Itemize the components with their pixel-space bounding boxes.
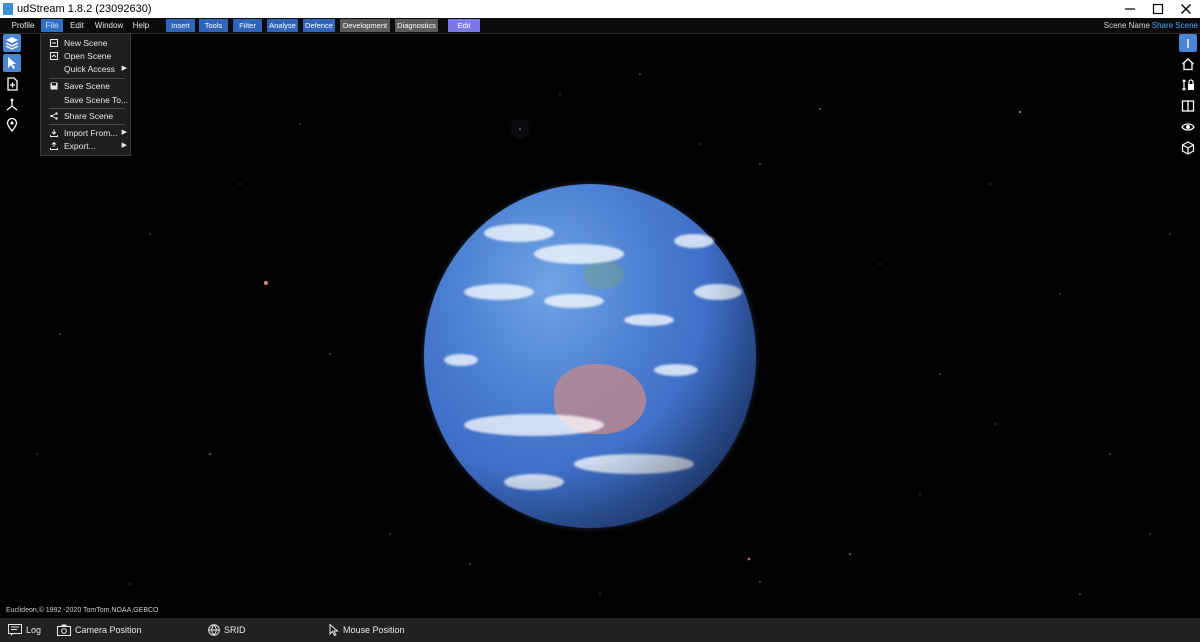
menu-item-export[interactable]: Export... ▶: [41, 140, 130, 152]
menu-item-label: New Scene: [64, 38, 108, 48]
open-scene-icon: [50, 52, 58, 60]
new-scene-icon: [50, 39, 58, 47]
save-icon: [50, 82, 58, 90]
share-scene-button[interactable]: Share Scene: [1152, 19, 1198, 32]
scene-name-label[interactable]: Scene Name: [1104, 19, 1150, 32]
status-bar: Log Camera Position SRID Mouse Position: [0, 618, 1200, 642]
tab-filter[interactable]: Filter: [233, 19, 262, 32]
menu-profile[interactable]: Profile: [7, 19, 39, 32]
viewport-3d[interactable]: Euclideon,© 1992 -2020 TomTom,NOAA,GEBCO: [0, 34, 1200, 618]
menu-item-label: Open Scene: [64, 51, 112, 61]
camera-position-label: Camera Position: [75, 625, 142, 635]
menu-item-label: Share Scene: [64, 111, 114, 121]
minimize-icon[interactable]: [1116, 0, 1144, 18]
tab-edit-mode[interactable]: Edit: [448, 19, 480, 32]
log-button[interactable]: Log: [8, 622, 41, 638]
layers-icon[interactable]: [3, 34, 21, 52]
menu-bar: Profile File Edit Window Help Insert Too…: [0, 18, 1200, 34]
menu-edit[interactable]: Edit: [66, 19, 88, 32]
srid-label: SRID: [224, 625, 246, 635]
camera-icon: [57, 624, 71, 636]
mouse-pointer-icon: [329, 624, 339, 636]
visibility-eye-icon[interactable]: [1179, 118, 1197, 136]
gizmo-icon[interactable]: [3, 96, 21, 114]
log-label: Log: [26, 625, 42, 635]
split-view-icon[interactable]: [1179, 97, 1197, 115]
submenu-arrow-icon: ▶: [121, 65, 127, 72]
menu-help[interactable]: Help: [130, 19, 152, 32]
globe-icon: [208, 624, 220, 636]
submenu-arrow-icon: ▶: [121, 142, 127, 149]
tab-diagnostics[interactable]: Diagnostics: [395, 19, 438, 32]
menu-item-label: Quick Access: [64, 64, 116, 74]
info-icon[interactable]: [1179, 34, 1197, 52]
share-icon: [50, 112, 58, 120]
home-icon[interactable]: [1179, 55, 1197, 73]
select-pointer-icon[interactable]: [3, 54, 21, 72]
log-icon: [8, 624, 22, 636]
tab-development[interactable]: Development: [340, 19, 390, 32]
menu-item-import-from[interactable]: Import From... ▶: [41, 127, 130, 139]
mouse-position-label: Mouse Position: [343, 625, 405, 635]
app-icon: [3, 3, 13, 15]
cube-icon[interactable]: [1179, 139, 1197, 157]
menu-item-label: Save Scene: [64, 81, 110, 91]
tab-insert[interactable]: Insert: [166, 19, 195, 32]
title-bar: udStream 1.8.2 (23092630): [0, 0, 1200, 18]
menu-item-new-scene[interactable]: New Scene: [41, 37, 130, 49]
close-icon[interactable]: [1172, 0, 1200, 18]
window-title: udStream 1.8.2 (23092630): [17, 3, 152, 15]
earth-globe: [424, 184, 756, 528]
export-icon: [50, 141, 58, 150]
menu-window[interactable]: Window: [92, 19, 126, 32]
menu-item-open-scene[interactable]: Open Scene: [41, 50, 130, 62]
mouse-position-button[interactable]: Mouse Position: [329, 622, 405, 638]
height-lock-icon[interactable]: [1179, 76, 1197, 94]
menu-separator: [49, 108, 125, 109]
import-icon: [50, 129, 58, 137]
menu-item-save-scene[interactable]: Save Scene: [41, 80, 130, 92]
submenu-arrow-icon: ▶: [121, 129, 127, 136]
maximize-icon[interactable]: [1144, 0, 1172, 18]
srid-button[interactable]: SRID: [208, 622, 246, 638]
menu-item-label: Import From...: [64, 128, 118, 138]
tab-tools[interactable]: Tools: [199, 19, 228, 32]
menu-item-quick-access[interactable]: Quick Access ▶: [41, 63, 130, 75]
menu-item-label: Save Scene To...: [64, 95, 129, 105]
menu-item-label: Export...: [64, 141, 96, 151]
menu-item-share-scene[interactable]: Share Scene: [41, 110, 130, 122]
camera-position-button[interactable]: Camera Position: [57, 622, 142, 638]
tab-analyse[interactable]: Analyse: [267, 19, 298, 32]
file-menu-dropdown: New Scene Open Scene Quick Access ▶ Save…: [40, 33, 131, 156]
menu-separator: [49, 124, 125, 125]
menu-separator: [49, 78, 125, 79]
location-pin-icon[interactable]: [3, 116, 21, 134]
tab-defence[interactable]: Defence: [303, 19, 335, 32]
map-attribution: Euclideon,© 1992 -2020 TomTom,NOAA,GEBCO: [6, 607, 159, 614]
menu-item-save-scene-to[interactable]: Save Scene To...: [41, 94, 130, 106]
menu-file[interactable]: File: [41, 19, 63, 32]
add-document-icon[interactable]: [3, 75, 21, 93]
